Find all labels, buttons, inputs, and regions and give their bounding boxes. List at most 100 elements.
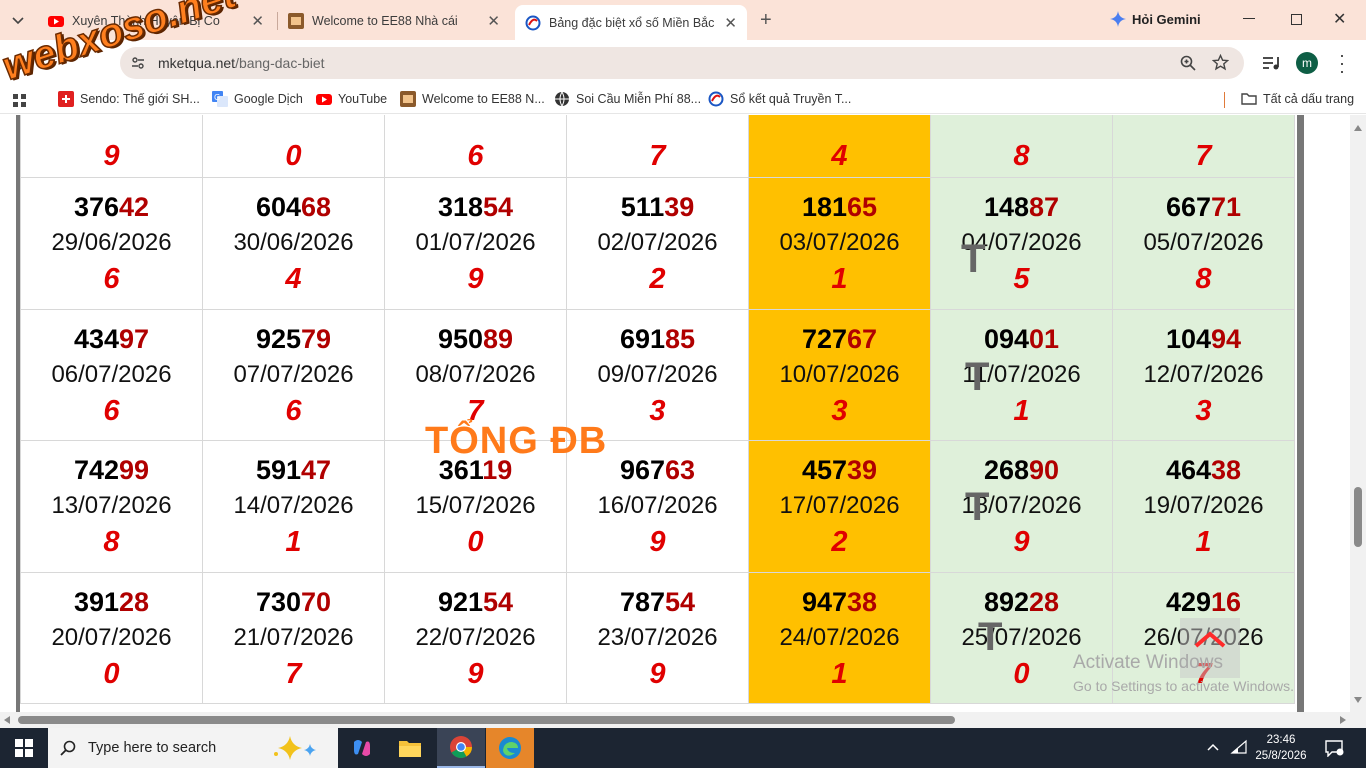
windows-logo-icon [15,739,33,757]
result-cell: 43497 06/07/2026 6 [20,308,203,441]
zoom-icon[interactable] [1180,55,1196,71]
digit-total: 4 [831,139,848,172]
bookmark-ee88[interactable]: Welcome to EE88 N... [400,91,545,107]
number-tail: 54 [665,586,696,617]
bookmark-soi-cau[interactable]: Soi Cầu Miễn Phí 88... [554,91,701,107]
result-cell: 59147 14/07/2026 1 [202,440,385,573]
taskbar-clock[interactable]: 23:46 25/8/2026 [1246,732,1316,764]
minimize-button[interactable] [1243,18,1255,19]
digit-total: 1 [1195,526,1212,559]
site-info-icon[interactable] [130,55,146,71]
show-hidden-icons[interactable] [1206,740,1220,759]
draw-date: 21/07/2026 [233,623,354,651]
bookmark-google-dich[interactable]: G Google Dịch [212,91,303,107]
horizontal-scroll-thumb[interactable] [18,716,955,724]
number-tail: 01 [1029,323,1060,354]
clock-date: 25/8/2026 [1255,750,1307,762]
table-row: 43497 06/07/2026 6 92579 07/07/2026 6 95089 08/… [20,308,1295,441]
globe-icon [555,91,569,107]
edge-icon [499,737,521,759]
result-cell: 31854 01/07/2026 9 [384,177,567,310]
digit-total: 1 [1013,394,1030,427]
digit-total: 8 [1195,263,1212,296]
number-head: 391 [73,586,119,617]
result-cell: 74299 13/07/2026 8 [20,440,203,573]
new-tab-button[interactable]: + [760,9,772,32]
profile-avatar[interactable]: m [1296,52,1318,74]
digit-total: 2 [831,526,848,559]
all-bookmarks-button[interactable]: Tất cả dấu trang [1241,91,1354,107]
draw-date: 09/07/2026 [597,360,718,388]
tab-bang-dac-biet[interactable]: Bảng đặc biệt xổ số Miền Bắc th ✕ [515,5,747,40]
result-cell: 92154 22/07/2026 9 [384,571,567,704]
scroll-down-arrow-icon[interactable] [1354,697,1362,703]
menu-button[interactable]: · · · [1339,46,1345,80]
url-text[interactable]: mketqua.net/bang-dac-biet [158,55,325,71]
draw-date: 22/07/2026 [415,623,536,651]
tab-title: Welcome to EE88 Nhà cái [312,14,458,28]
digit-total: 7 [1195,139,1212,172]
digit-total: 9 [649,657,666,690]
bookmark-sendo[interactable]: Sendo: Thế giới SH... [58,91,200,107]
number-head: 511 [620,192,665,223]
start-button[interactable] [0,728,48,768]
gemini-button[interactable]: Hỏi Gemini [1110,11,1201,27]
draw-date: 04/07/2026 [961,229,1082,257]
horizontal-scrollbar[interactable] [0,712,1366,728]
apps-icon[interactable] [13,94,27,108]
number-head: 727 [801,323,847,354]
number-tail: 99 [119,455,150,486]
taskbar-chrome[interactable] [437,728,485,768]
vertical-scroll-thumb[interactable] [1354,487,1362,547]
number-head: 892 [983,586,1029,617]
taskbar-file-explorer[interactable] [386,728,434,768]
taskbar-search-box[interactable]: Type here to search [48,728,338,768]
result-cell: 73070 21/07/2026 7 [202,571,385,704]
bookmark-star-icon[interactable] [1212,54,1229,71]
taskbar-copilot[interactable] [338,728,386,768]
close-icon[interactable]: ✕ [251,12,264,30]
digit-total: 0 [103,657,120,690]
special-number: 89228 [931,586,1112,618]
tab-ee88[interactable]: Welcome to EE88 Nhà cái ✕ [278,6,510,36]
top-totals-row: 9 0 6 7 4 8 7 [20,115,1295,178]
restore-button[interactable] [1291,14,1302,25]
special-number: 46438 [1113,454,1294,486]
number-head: 787 [619,586,665,617]
number-head: 667 [1165,192,1211,223]
media-control-icon[interactable] [1262,55,1280,71]
vertical-scrollbar[interactable] [1350,115,1366,712]
tab-search-button[interactable] [10,12,30,28]
digit-total: 1 [285,526,302,559]
translate-icon: G [212,91,228,107]
number-tail: 38 [1211,455,1242,486]
special-results-table: 9 0 6 7 4 8 7 37642 29/06/2026 6 60468 30/06/2026 4 3… [20,115,1295,704]
scroll-up-arrow-icon[interactable] [1354,125,1362,131]
draw-date: 17/07/2026 [779,492,900,520]
digit-total: 2 [649,263,666,296]
bookmark-so-ket-qua[interactable]: Sổ kết quả Truyền T... [708,91,851,107]
notification-center[interactable] [1324,739,1344,762]
number-tail: 79 [301,323,332,354]
close-icon[interactable]: ✕ [487,12,500,30]
chevron-up-icon [1207,743,1219,751]
draw-date: 30/06/2026 [233,229,354,257]
close-icon[interactable]: ✕ [724,14,737,32]
bookmark-youtube[interactable]: YouTube [316,91,387,107]
number-tail: 90 [1029,455,1060,486]
digit-total: 3 [831,394,848,427]
scroll-right-arrow-icon[interactable] [1340,716,1346,724]
t-mark: T [961,237,986,281]
number-head: 148 [983,192,1029,223]
number-head: 950 [437,323,483,354]
taskbar-edge[interactable] [486,728,534,768]
scroll-left-arrow-icon[interactable] [4,716,10,724]
special-number: 95089 [385,323,566,355]
number-head: 104 [1165,323,1211,354]
site-icon [708,91,724,107]
ee88-icon [400,91,416,107]
result-cell: 66771 05/07/2026 8 [1112,177,1295,310]
close-window-button[interactable]: ✕ [1333,9,1346,29]
address-bar[interactable]: mketqua.net/bang-dac-biet [120,47,1244,79]
result-cell: 45739 17/07/2026 2 [748,440,931,573]
